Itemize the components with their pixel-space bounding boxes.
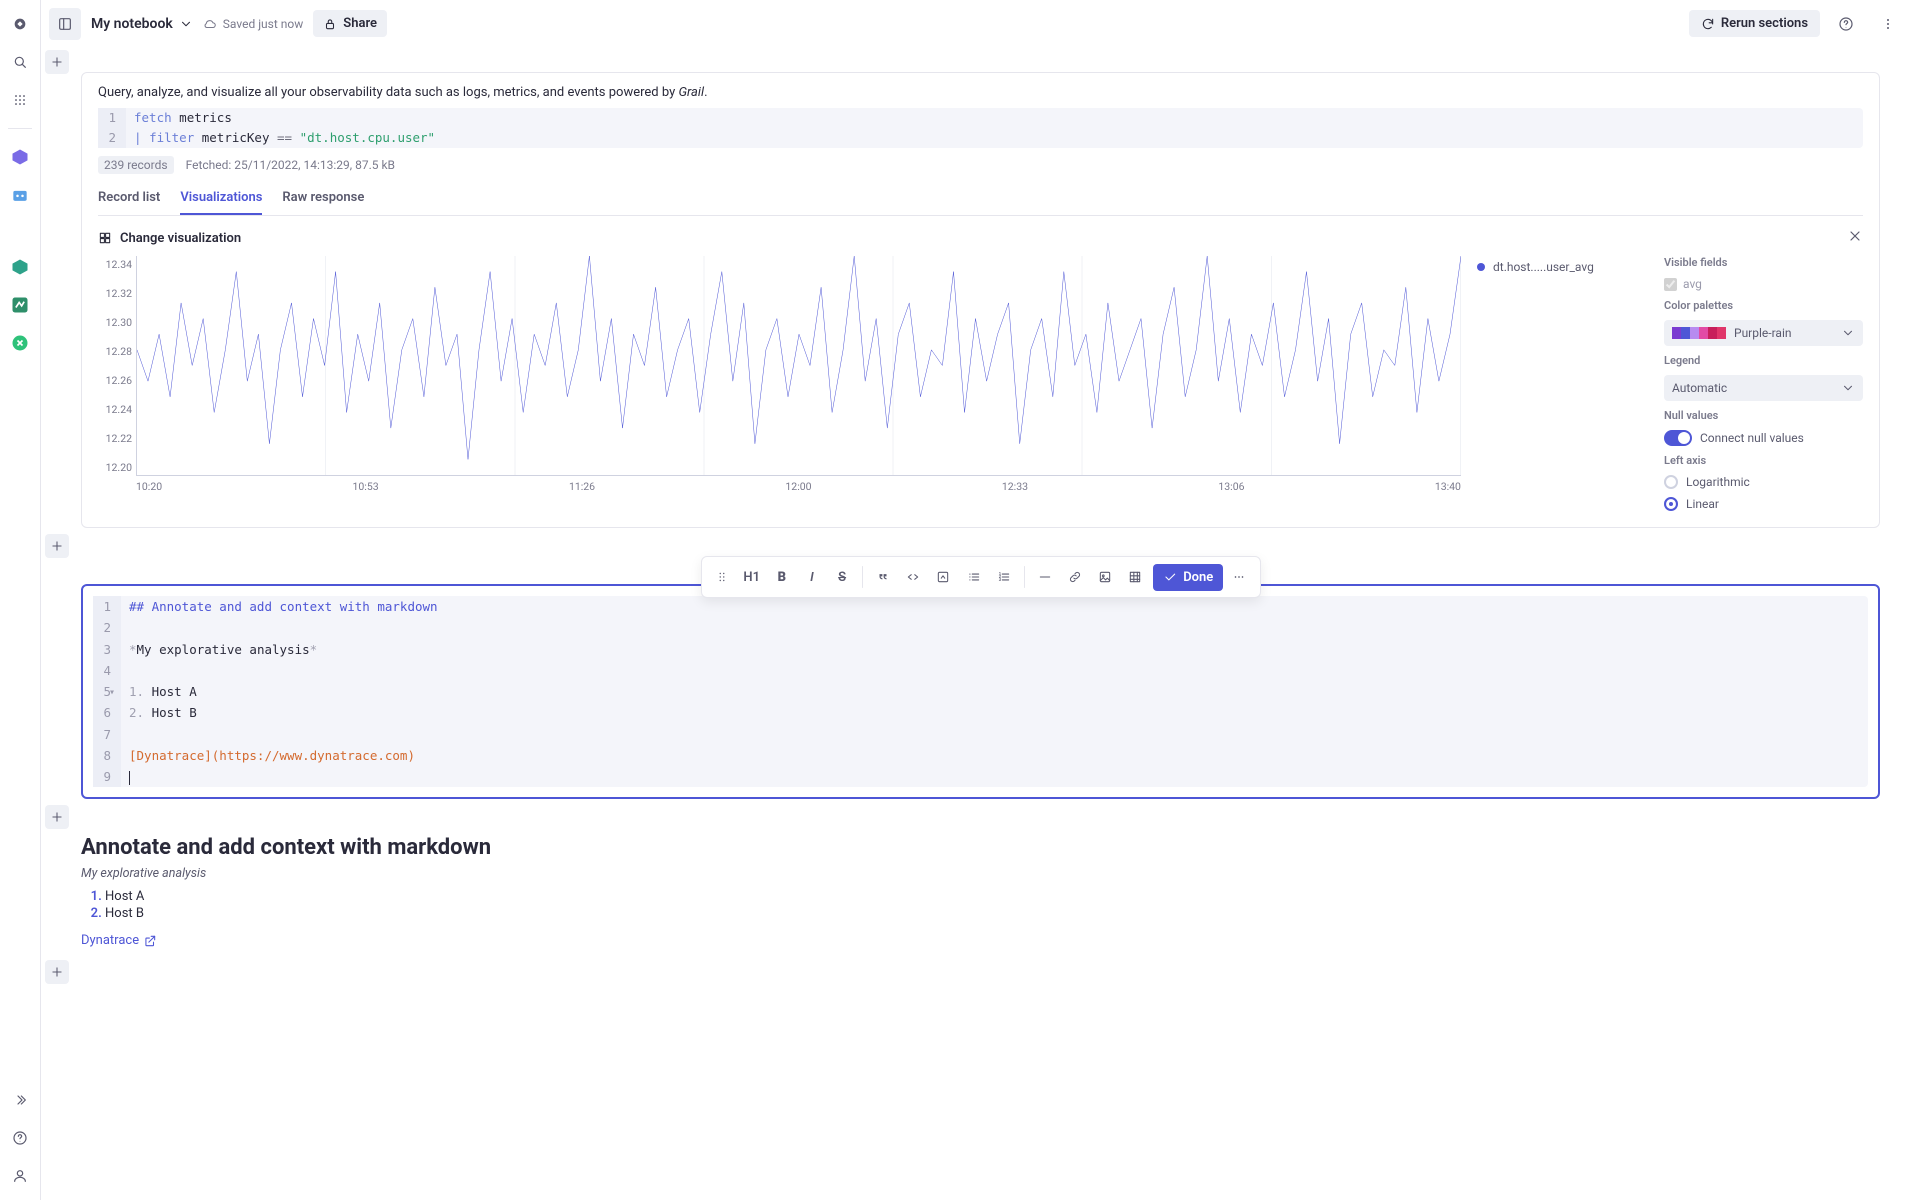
legend-dot-icon (1477, 263, 1485, 271)
done-button[interactable]: Done (1153, 564, 1223, 591)
saved-status: Saved just now (203, 17, 303, 31)
user-icon[interactable] (4, 1160, 36, 1192)
logo-icon[interactable] (4, 8, 36, 40)
fetched-info: Fetched: 25/11/2022, 14:13:29, 87.5 kB (186, 158, 395, 172)
app-icon-2[interactable] (4, 179, 36, 211)
share-button[interactable]: Share (313, 10, 387, 37)
italic-button[interactable]: I (798, 561, 826, 593)
add-section-button[interactable] (45, 805, 69, 829)
markdown-toolbar: H1 B I S 123 Done (701, 556, 1261, 598)
viz-icon (98, 231, 112, 245)
rendered-subtitle: My explorative analysis (81, 866, 1880, 881)
chart-area: 12.3412.3212.3012.2812.2612.2412.2212.20… (98, 256, 1461, 511)
axis-log-radio[interactable]: Logarithmic (1664, 475, 1863, 489)
search-icon[interactable] (4, 46, 36, 78)
apps-icon[interactable] (4, 84, 36, 116)
chevron-down-icon (1841, 381, 1855, 395)
check-icon (1163, 570, 1177, 584)
x-axis: 10:2010:5311:2612:0012:3313:0613:40 (98, 476, 1461, 493)
svg-text:3: 3 (998, 577, 1001, 582)
rendered-markdown: Annotate and add context with markdown M… (81, 827, 1880, 948)
legend-select[interactable]: Automatic (1664, 375, 1863, 401)
code-button[interactable] (899, 561, 927, 593)
chevron-down-icon (1841, 326, 1855, 340)
topbar: My notebook Saved just now Share Rerun s… (41, 0, 1920, 48)
help-button[interactable] (1830, 8, 1862, 40)
notebook-title-text: My notebook (91, 16, 173, 32)
hr-button[interactable] (1031, 561, 1059, 593)
markdown-section: 1## Annotate and add context with markdo… (81, 584, 1880, 799)
add-section-button[interactable] (45, 50, 69, 74)
external-link-icon (143, 934, 157, 948)
expand-sidebar-icon[interactable] (4, 1084, 36, 1116)
palette-swatch-icon (1672, 327, 1726, 339)
rendered-link[interactable]: Dynatrace (81, 933, 157, 948)
list-item: Host A (105, 889, 1880, 904)
palette-select[interactable]: Purple-rain (1664, 320, 1863, 346)
sidebar (0, 0, 41, 1200)
app-icon-1[interactable] (4, 141, 36, 173)
help-icon[interactable] (4, 1122, 36, 1154)
lock-icon (323, 17, 337, 31)
app-icon-3[interactable] (4, 251, 36, 283)
null-toggle[interactable]: Connect null values (1664, 430, 1863, 446)
change-viz-label[interactable]: Change visualization (120, 231, 241, 246)
fold-icon[interactable]: ▾ (109, 684, 115, 701)
rerun-button[interactable]: Rerun sections (1689, 10, 1820, 37)
cloud-icon (203, 17, 217, 31)
strike-button[interactable]: S (828, 561, 856, 593)
app-icon-4[interactable] (4, 289, 36, 321)
chevron-down-icon (179, 17, 193, 31)
drag-handle-icon[interactable] (708, 561, 736, 593)
y-axis: 12.3412.3212.3012.2812.2612.2412.2212.20 (98, 256, 136, 476)
ul-button[interactable] (960, 561, 988, 593)
more-button[interactable] (1872, 8, 1904, 40)
refresh-icon (1701, 17, 1715, 31)
viz-settings-panel: Visible fields avg Color palettes Purple… (1663, 256, 1863, 511)
ol-button[interactable]: 123 (990, 561, 1018, 593)
visible-field-avg[interactable]: avg (1664, 277, 1863, 291)
legend-item[interactable]: dt.host.....user_avg (1477, 260, 1647, 274)
tab-visualizations[interactable]: Visualizations (180, 182, 262, 215)
chart-legend: dt.host.....user_avg (1477, 256, 1647, 511)
table-button[interactable] (1121, 561, 1149, 593)
image-button[interactable] (1091, 561, 1119, 593)
more-toolbar-button[interactable] (1225, 561, 1253, 593)
rendered-heading: Annotate and add context with markdown (81, 835, 1880, 860)
notebook-title[interactable]: My notebook (91, 16, 193, 32)
heading-button[interactable]: H1 (738, 561, 766, 593)
link-button[interactable] (1061, 561, 1089, 593)
query-section: Query, analyze, and visualize all your o… (81, 72, 1880, 528)
quote-button[interactable] (869, 561, 897, 593)
app-icon-5[interactable] (4, 327, 36, 359)
bold-button[interactable]: B (768, 561, 796, 593)
add-section-button[interactable] (45, 960, 69, 984)
markdown-editor[interactable]: 1## Annotate and add context with markdo… (93, 596, 1868, 787)
axis-linear-radio[interactable]: Linear (1664, 497, 1863, 511)
tab-record-list[interactable]: Record list (98, 182, 160, 215)
add-section-button[interactable] (45, 534, 69, 558)
tab-raw-response[interactable]: Raw response (282, 182, 364, 215)
chart-plot[interactable] (136, 256, 1461, 476)
codeblock-button[interactable] (929, 561, 957, 593)
section-description: Query, analyze, and visualize all your o… (98, 85, 1863, 100)
list-item: Host B (105, 906, 1880, 921)
record-count-badge: 239 records (98, 156, 174, 174)
code-editor[interactable]: 1fetch metrics 2| filter metricKey == "d… (98, 108, 1863, 148)
close-viz-icon[interactable] (1847, 228, 1863, 248)
panel-toggle-icon[interactable] (49, 8, 81, 40)
